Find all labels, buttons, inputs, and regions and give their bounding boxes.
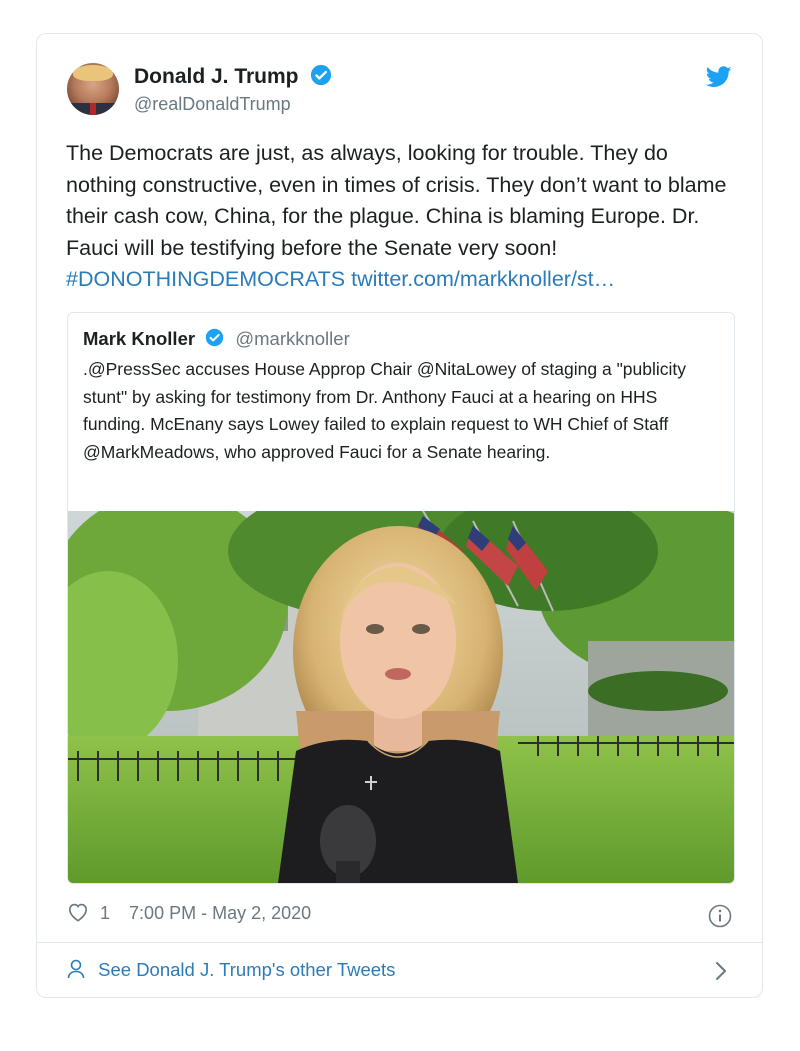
footer-divider xyxy=(37,942,762,943)
tweet-timestamp[interactable]: 7:00 PM - May 2, 2020 xyxy=(129,903,311,923)
verified-badge-icon xyxy=(205,328,224,352)
quoted-header: Mark Knoller @markknoller xyxy=(83,328,350,352)
author-name[interactable]: Donald J. Trump xyxy=(134,65,299,88)
quoted-author-handle[interactable]: @markknoller xyxy=(235,328,349,349)
hashtag-link[interactable]: #DONOTHINGDEMOCRATS xyxy=(66,267,345,291)
info-icon[interactable] xyxy=(708,904,732,933)
tweet-card[interactable]: Donald J. Trump @realDonaldTrump The Dem… xyxy=(36,33,763,998)
avatar-hair xyxy=(73,65,113,81)
tweet-text-block: The Democrats are just, as always, looki… xyxy=(66,138,741,296)
quoted-text: .@PressSec accuses House Approp Chair @N… xyxy=(83,359,687,462)
heart-icon[interactable] xyxy=(67,902,89,927)
quoted-tweet-link[interactable]: twitter.com/markknoller/st… xyxy=(351,267,615,291)
twitter-bird-icon[interactable] xyxy=(705,66,732,93)
press-secretary-photo[interactable] xyxy=(68,511,734,883)
verified-badge-icon xyxy=(310,64,332,92)
see-other-tweets-link[interactable]: See Donald J. Trump's other Tweets xyxy=(67,959,395,984)
author-avatar[interactable] xyxy=(67,63,119,115)
quoted-author-name[interactable]: Mark Knoller xyxy=(83,328,195,349)
avatar-tie xyxy=(90,103,96,115)
person-icon xyxy=(67,959,85,984)
tweet-meta: 1 7:00 PM - May 2, 2020 xyxy=(67,902,311,927)
chevron-right-icon[interactable] xyxy=(715,961,727,986)
author-handle[interactable]: @realDonaldTrump xyxy=(134,94,291,115)
author-name-row[interactable]: Donald J. Trump xyxy=(134,64,332,92)
quoted-tweet[interactable]: Mark Knoller @markknoller .@PressSec acc… xyxy=(67,312,735,884)
like-count[interactable]: 1 xyxy=(100,903,110,923)
tweet-text: The Democrats are just, as always, looki… xyxy=(66,141,727,260)
see-other-tweets-label[interactable]: See Donald J. Trump's other Tweets xyxy=(98,959,395,980)
